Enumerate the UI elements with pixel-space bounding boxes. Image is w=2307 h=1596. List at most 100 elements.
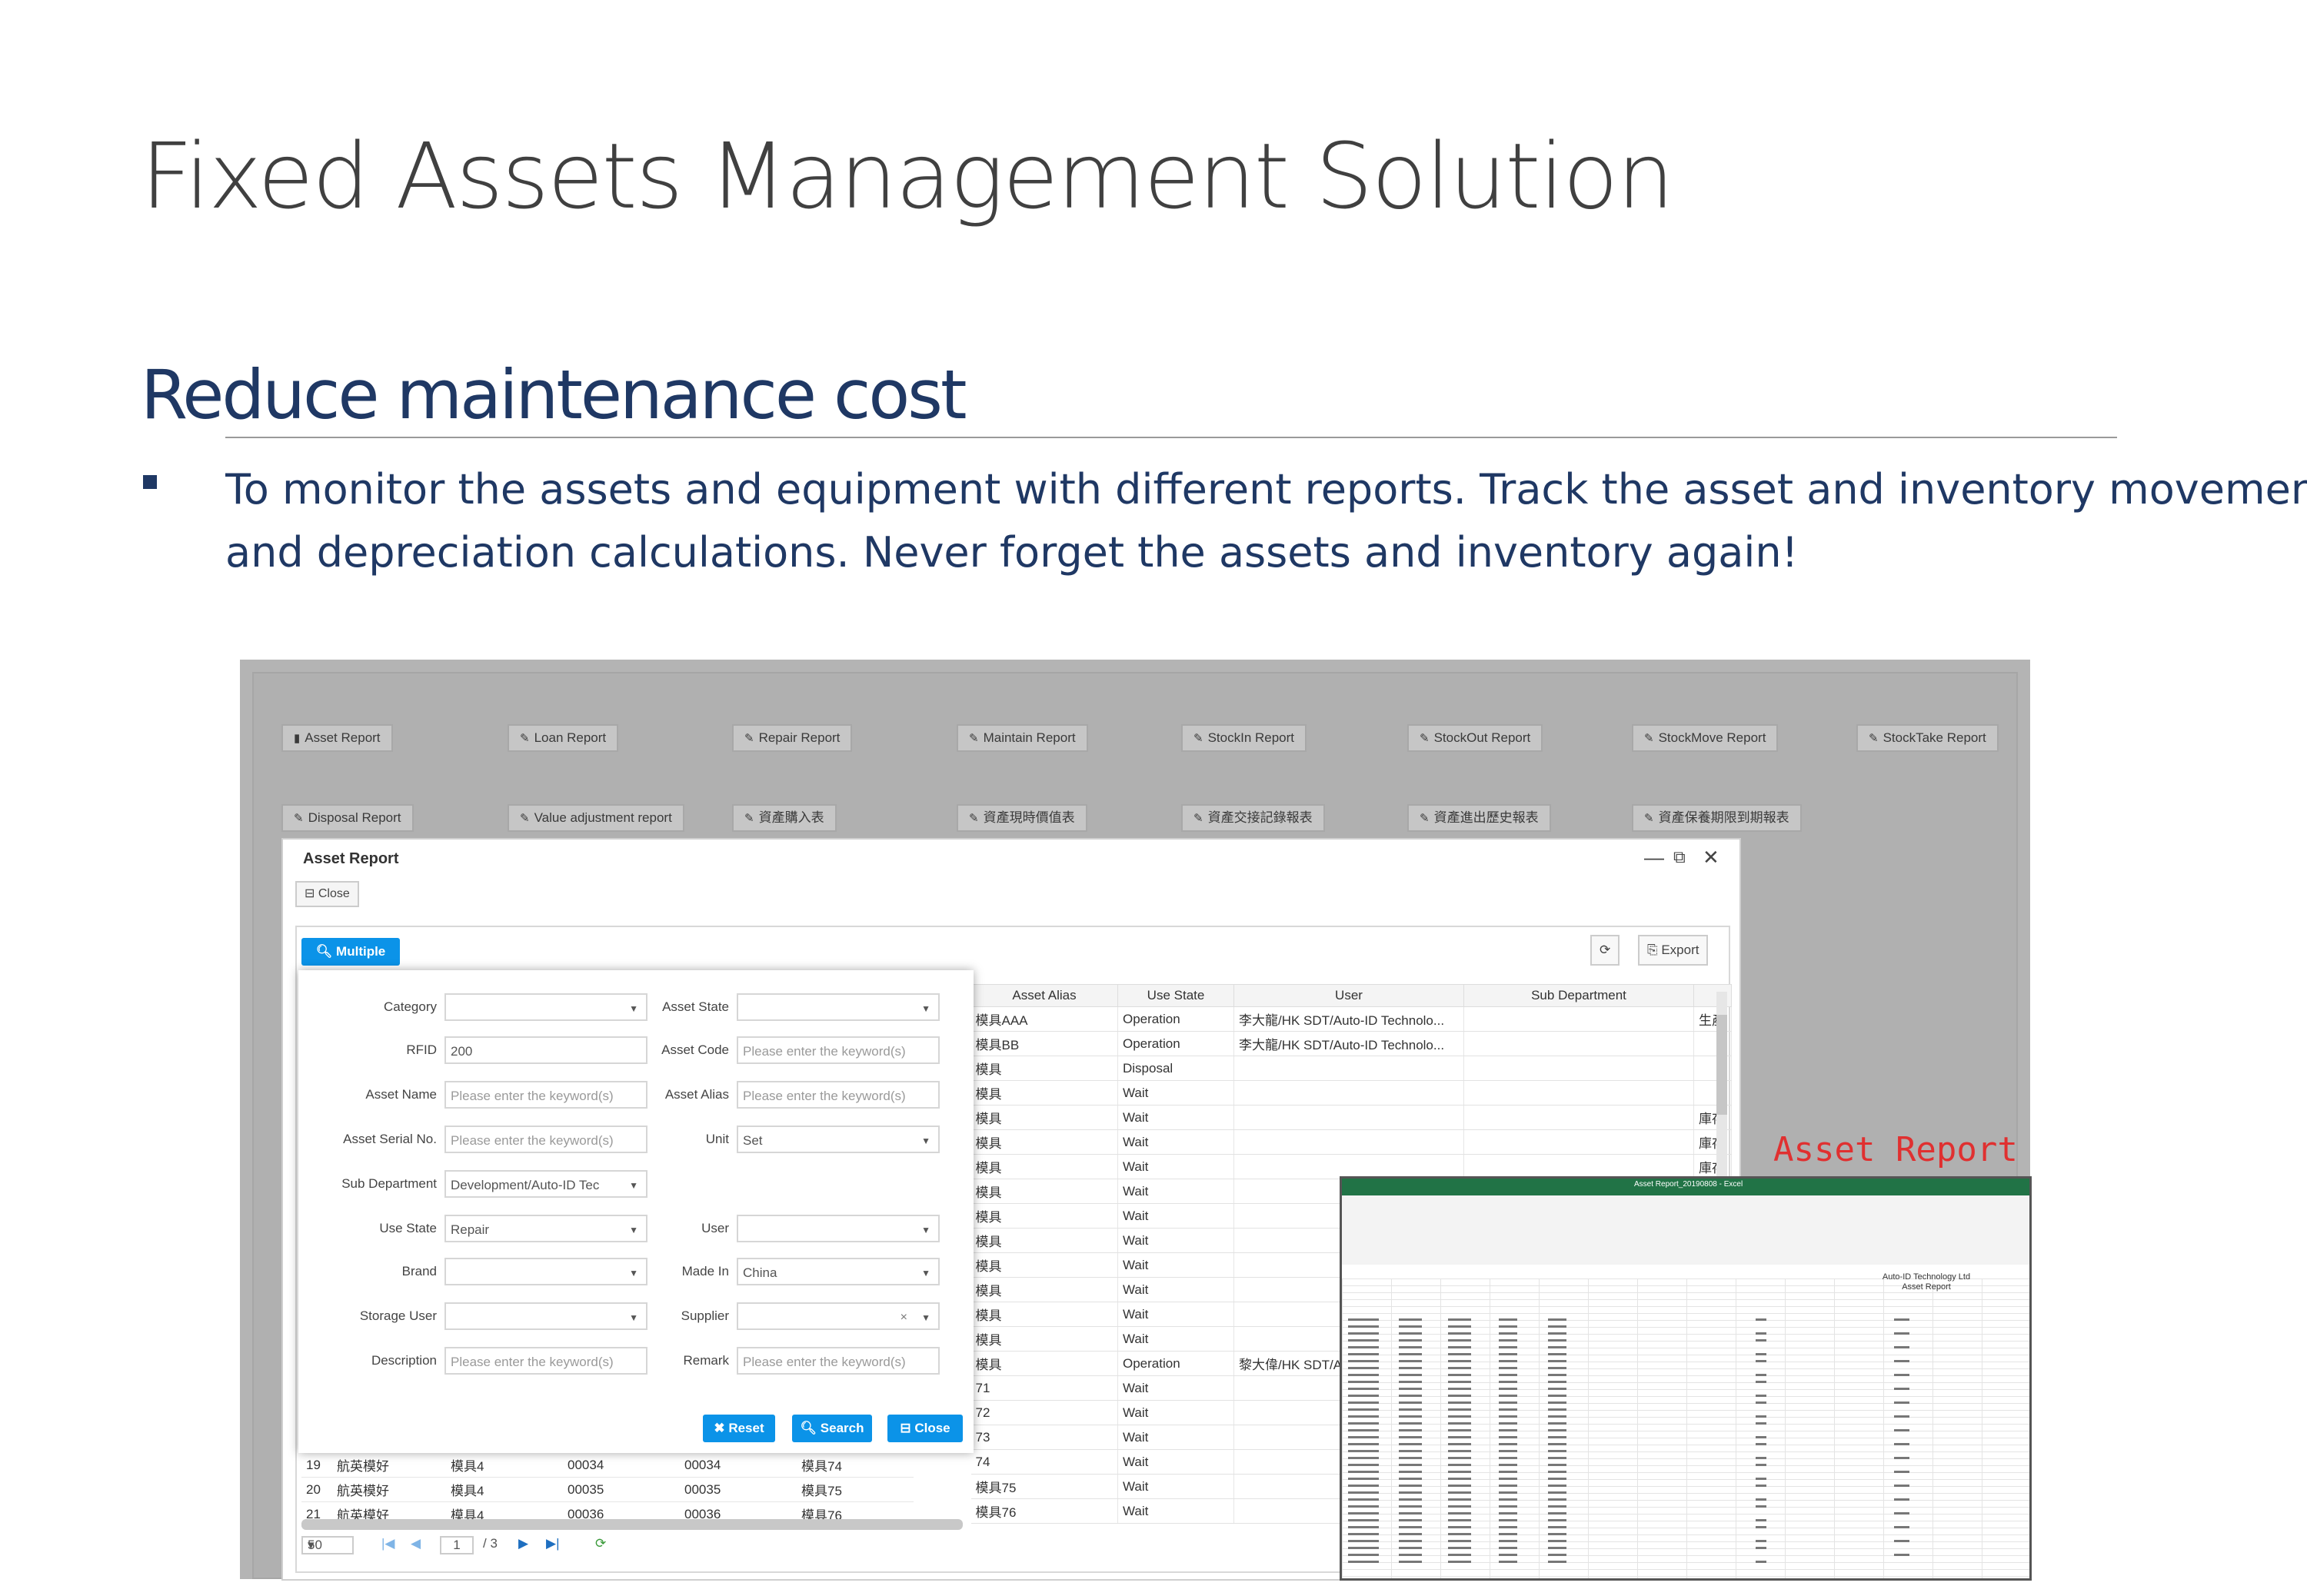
excel-cell-text bbox=[1548, 1464, 1566, 1466]
minimize-icon[interactable]: — bbox=[1644, 846, 1664, 869]
last-page-icon[interactable]: ▶| bbox=[546, 1536, 560, 1551]
table-cell: 模具 bbox=[970, 1351, 1118, 1376]
table-row[interactable]: 模具 Disposal bbox=[970, 1056, 1732, 1081]
table-cell bbox=[1463, 1154, 1694, 1179]
excel-data-lines bbox=[1348, 1318, 1909, 1563]
reload-icon[interactable]: ⟳ bbox=[595, 1536, 606, 1551]
excel-title-text: Asset Report_20190808 - Excel bbox=[1634, 1180, 1743, 1189]
table-row[interactable]: 模具AAA Operation 李大龍/HK SDT/Auto-ID Technol… bbox=[970, 1006, 1732, 1032]
excel-cell-text bbox=[1399, 1512, 1422, 1515]
report-button-2-1[interactable]: ✎ Value adjustment report bbox=[508, 804, 684, 832]
table-cell: Wait bbox=[1117, 1302, 1234, 1327]
excel-cell-text bbox=[1399, 1547, 1422, 1549]
excel-cell-text bbox=[1548, 1381, 1566, 1383]
table-row[interactable]: 模具 Wait 庫存 bbox=[970, 1154, 1732, 1179]
refresh-button[interactable]: ⟳ bbox=[1590, 935, 1620, 966]
bullet-text: To monitor the assets and equipment with… bbox=[225, 458, 2307, 584]
excel-cell-text bbox=[1756, 1457, 1766, 1459]
search-button[interactable]: 🔍︎ Search bbox=[792, 1415, 872, 1442]
column-header[interactable]: User bbox=[1233, 984, 1464, 1007]
excel-cell-text bbox=[1399, 1367, 1422, 1369]
excel-cell-text bbox=[1348, 1408, 1379, 1411]
excel-cell-text bbox=[1756, 1519, 1766, 1521]
export-button[interactable]: ⎘ Export bbox=[1638, 935, 1709, 966]
table-cell: Wait bbox=[1117, 1203, 1234, 1229]
excel-cell-text bbox=[1448, 1464, 1471, 1466]
form-label: Asset Serial No. bbox=[343, 1132, 437, 1146]
table-row[interactable]: 19 航英模好 模具4 00034 00034 模具74 bbox=[301, 1453, 914, 1478]
input-value: Development/Auto-ID Tec bbox=[451, 1178, 600, 1192]
page-size-select[interactable]: 50 ▾ bbox=[301, 1536, 354, 1554]
table-row[interactable]: 模具 Wait 庫存 bbox=[970, 1129, 1732, 1155]
report-button-0[interactable]: ▮ Asset Report bbox=[281, 724, 393, 752]
excel-cell-text bbox=[1348, 1415, 1379, 1418]
bullet-line-2: and depreciation calculations. Never for… bbox=[225, 528, 1799, 577]
form-select[interactable]: China ▼ bbox=[737, 1258, 940, 1285]
excel-cell-text bbox=[1399, 1318, 1422, 1321]
clear-icon[interactable]: × bbox=[900, 1304, 907, 1328]
form-close-button[interactable]: ⊟ Close bbox=[887, 1415, 963, 1442]
table-row[interactable]: 模具BB Operation 李大龍/HK SDT/Auto-ID Technolo… bbox=[970, 1031, 1732, 1056]
excel-cell-text bbox=[1756, 1381, 1766, 1383]
page-input[interactable]: 1 bbox=[440, 1536, 474, 1554]
form-input[interactable]: Please enter the keyword(s) bbox=[737, 1081, 940, 1109]
report-button-label: 資產交接記錄報表 bbox=[1207, 810, 1313, 825]
report-button-7[interactable]: ✎ StockTake Report bbox=[1856, 724, 1999, 752]
horizontal-scrollbar[interactable] bbox=[301, 1519, 963, 1530]
report-button-2-6[interactable]: ✎ 資產保養期限到期報表 bbox=[1632, 804, 1802, 832]
form-select[interactable]: ▼ × bbox=[737, 1302, 940, 1330]
form-select[interactable]: Set ▼ bbox=[737, 1126, 940, 1153]
maximize-icon[interactable]: ⧉ bbox=[1673, 847, 1686, 867]
report-button-1[interactable]: ✎ Loan Report bbox=[508, 724, 619, 752]
excel-cell-text bbox=[1548, 1367, 1566, 1369]
table-cell: Wait bbox=[1117, 1375, 1234, 1401]
table-cell: 模具75 bbox=[970, 1474, 1118, 1499]
excel-cell-text bbox=[1399, 1436, 1422, 1438]
table-cell: 模具BB bbox=[970, 1031, 1118, 1056]
form-input[interactable]: Please enter the keyword(s) bbox=[737, 1347, 940, 1375]
report-button-2-2[interactable]: ✎ 資產購入表 bbox=[732, 804, 837, 832]
report-button-2-3[interactable]: ✎ 資產現時價值表 bbox=[957, 804, 1087, 832]
form-select[interactable]: Development/Auto-ID Tec ▼ bbox=[444, 1170, 647, 1198]
table-row[interactable]: 模具 Wait 庫存 bbox=[970, 1105, 1732, 1130]
form-select[interactable]: ▼ bbox=[737, 1215, 940, 1242]
report-button-2-5[interactable]: ✎ 資產進出歷史報表 bbox=[1407, 804, 1551, 832]
excel-cell-text bbox=[1448, 1457, 1471, 1459]
first-page-icon[interactable]: |◀ bbox=[381, 1536, 395, 1551]
input-value: Please enter the keyword(s) bbox=[743, 1089, 906, 1103]
report-button-2-0[interactable]: ✎ Disposal Report bbox=[281, 804, 414, 832]
search-icon: 🔍︎ bbox=[315, 944, 337, 959]
window-close-button[interactable]: ⊟ Close bbox=[295, 881, 359, 907]
form-label: Remark bbox=[683, 1353, 729, 1368]
report-button-3[interactable]: ✎ Maintain Report bbox=[957, 724, 1088, 752]
excel-cell-text bbox=[1894, 1318, 1909, 1321]
prev-page-icon[interactable]: ◀ bbox=[411, 1536, 421, 1551]
excel-cell-text bbox=[1894, 1401, 1909, 1404]
excel-cell-text bbox=[1499, 1395, 1517, 1397]
scroll-thumb[interactable] bbox=[1716, 1015, 1727, 1115]
report-button-2-4[interactable]: ✎ 資產交接記錄報表 bbox=[1181, 804, 1325, 832]
table-cell: 模具 bbox=[970, 1129, 1118, 1155]
column-header[interactable]: Sub Department bbox=[1463, 984, 1694, 1007]
form-select[interactable]: ▼ bbox=[737, 993, 940, 1021]
report-button-6[interactable]: ✎ StockMove Report bbox=[1632, 724, 1779, 752]
table-row[interactable]: 20 航英模好 模具4 00035 00035 模具75 bbox=[301, 1477, 914, 1502]
report-button-2[interactable]: ✎ Repair Report bbox=[732, 724, 853, 752]
excel-cell-text bbox=[1399, 1353, 1422, 1355]
report-button-label: StockIn Report bbox=[1207, 730, 1295, 745]
next-page-icon[interactable]: ▶ bbox=[518, 1536, 528, 1551]
table-cell: 模具 bbox=[970, 1277, 1118, 1302]
report-button-4[interactable]: ✎ StockIn Report bbox=[1181, 724, 1307, 752]
report-button-5[interactable]: ✎ StockOut Report bbox=[1407, 724, 1543, 752]
page-size-value: 50 bbox=[308, 1538, 322, 1552]
close-icon[interactable]: ✕ bbox=[1703, 846, 1719, 869]
table-cell: Wait bbox=[1117, 1154, 1234, 1179]
table-row[interactable]: 模具 Wait bbox=[970, 1080, 1732, 1106]
reset-button[interactable]: ✖ Reset bbox=[703, 1415, 775, 1442]
form-input[interactable]: Please enter the keyword(s) bbox=[737, 1036, 940, 1064]
excel-cell-text bbox=[1499, 1464, 1517, 1466]
multiple-button[interactable]: 🔍︎ Multiple bbox=[301, 938, 400, 966]
column-header[interactable]: Use State bbox=[1117, 984, 1234, 1007]
excel-cell-text bbox=[1399, 1561, 1422, 1563]
column-header[interactable]: Asset Alias bbox=[970, 984, 1118, 1007]
